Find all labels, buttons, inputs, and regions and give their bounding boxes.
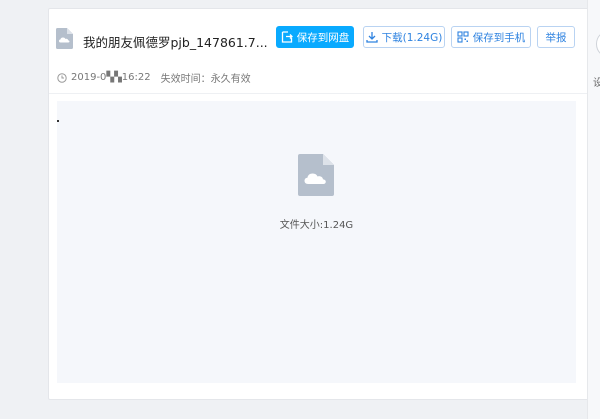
avatar[interactable] (596, 30, 600, 58)
file-size: 文件大小:1.24G (279, 220, 354, 231)
save-to-cloud-icon (281, 31, 293, 43)
share-date: 2019-0▚▚16:22 (71, 72, 151, 83)
qr-code-icon (457, 31, 469, 43)
download-button[interactable]: 下载(1.24G) (363, 26, 445, 48)
header-divider (49, 93, 587, 94)
clock-icon (57, 72, 67, 83)
cloud-file-icon (56, 28, 73, 49)
download-icon (365, 32, 378, 43)
expire-time: 失效时间：永久有效 (160, 74, 251, 85)
report-button[interactable]: 举报 (537, 26, 575, 48)
download-label: 下载(1.24G) (381, 31, 443, 44)
preview-area: 文件大小:1.24G (57, 101, 576, 383)
right-side-panel: 设 (587, 0, 600, 419)
report-label: 举报 (545, 31, 567, 44)
file-meta: 2019-0▚▚16:22 失效时间：永久有效 (57, 70, 251, 85)
large-cloud-file-icon (298, 154, 334, 196)
side-panel-text: 设 (593, 78, 600, 89)
save-to-cloud-label: 保存到网盘 (296, 31, 350, 44)
save-to-cloud-button[interactable]: 保存到网盘 (276, 26, 354, 48)
save-to-phone-button[interactable]: 保存到手机 (451, 26, 531, 48)
save-to-phone-label: 保存到手机 (472, 31, 526, 44)
file-name: 我的朋友佩德罗pjb_147861.7... (83, 35, 268, 50)
preview-dot (57, 120, 59, 122)
